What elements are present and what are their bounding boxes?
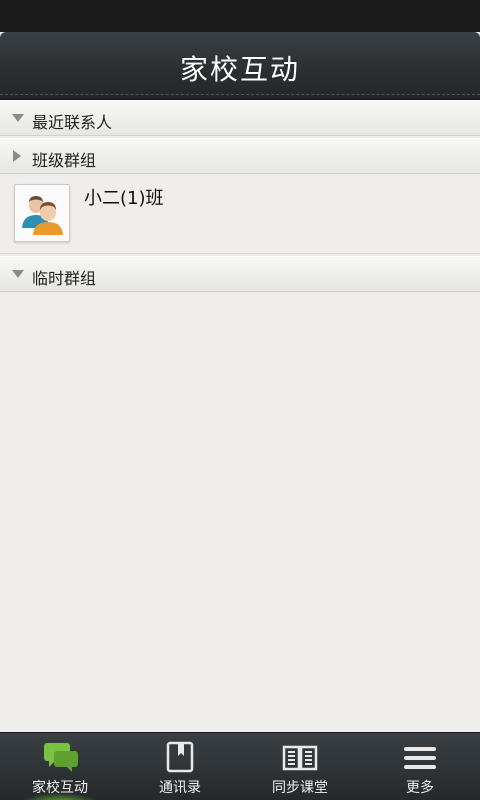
group-avatar-icon [14,184,70,242]
title-stitch-divider [0,94,480,95]
open-book-icon [280,739,320,775]
tab-sync-classroom[interactable]: 同步课堂 [240,733,360,800]
tab-label: 同步课堂 [272,780,328,796]
bottom-tab-bar: 家校互动 通讯录 同步课堂 更多 [0,732,480,800]
tab-label: 家校互动 [32,780,88,796]
expanded-arrow-icon [12,114,24,122]
tab-address-book[interactable]: 通讯录 [120,733,240,800]
group-header-recent-contacts[interactable]: 最近联系人 [0,100,480,136]
status-bar [0,0,480,32]
tab-label: 更多 [406,780,434,796]
expanded-arrow-icon [12,270,24,278]
tab-more[interactable]: 更多 [360,733,480,800]
group-label: 班级群组 [32,151,97,170]
title-bar: 家校互动 [0,32,480,100]
list-item[interactable]: 小二(1)班 [0,174,480,254]
page-title: 家校互动 [179,53,300,86]
tab-home-school[interactable]: 家校互动 [0,733,120,800]
group-label: 最近联系人 [32,113,113,132]
group-label: 临时群组 [32,269,97,288]
chat-bubbles-icon [40,739,80,775]
menu-icon [400,739,440,775]
tab-label: 通讯录 [159,780,201,796]
contact-name: 小二(1)班 [84,188,164,209]
collapsed-arrow-icon [13,150,21,162]
group-header-temporary-groups[interactable]: 临时群组 [0,256,480,292]
contact-list: 最近联系人 班级群组 小二(1)班 临时群组 [0,100,480,732]
address-book-icon [160,739,200,775]
group-header-class-groups[interactable]: 班级群组 [0,138,480,174]
